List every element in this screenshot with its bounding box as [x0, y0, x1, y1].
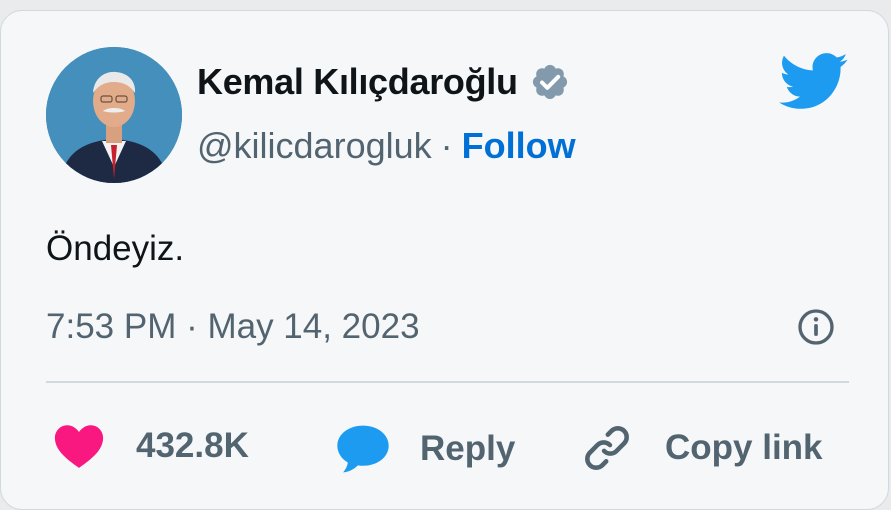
- author-handle[interactable]: @kilicdarogluk: [197, 125, 432, 167]
- divider: [46, 381, 849, 383]
- reply-label: Reply: [420, 429, 516, 468]
- info-icon[interactable]: [796, 307, 836, 352]
- avatar[interactable]: [46, 47, 182, 183]
- follow-link[interactable]: Follow: [462, 125, 576, 167]
- avatar-portrait: [46, 47, 182, 183]
- heart-icon: [52, 423, 106, 469]
- author-name-row: Kemal Kılıçdaroğlu: [197, 61, 570, 103]
- tweet-card: Kemal Kılıçdaroğlu @kilicdarogluk · Foll…: [0, 10, 889, 510]
- tweet-text: Öndeyiz.: [46, 229, 185, 268]
- like-button[interactable]: 432.8K: [52, 423, 249, 469]
- like-count: 432.8K: [136, 426, 249, 465]
- author-handle-row: @kilicdarogluk · Follow: [197, 125, 576, 167]
- verified-badge-icon: [530, 62, 570, 102]
- link-icon: [582, 423, 632, 473]
- tweet-timestamp[interactable]: 7:53 PM · May 14, 2023: [46, 307, 420, 347]
- author-display-name[interactable]: Kemal Kılıçdaroğlu: [197, 61, 518, 103]
- handle-separator: ·: [440, 125, 453, 166]
- copy-link-label: Copy link: [665, 428, 823, 467]
- copy-link-button[interactable]: Copy link: [582, 423, 823, 473]
- reply-bubble-icon: [335, 423, 391, 475]
- reply-button[interactable]: Reply: [335, 423, 515, 475]
- twitter-bird-icon[interactable]: [779, 53, 849, 116]
